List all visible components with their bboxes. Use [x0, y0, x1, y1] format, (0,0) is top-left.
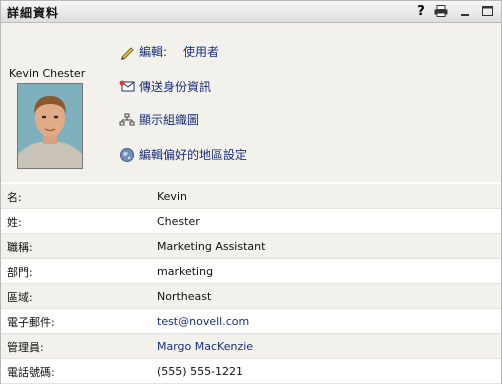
portlet-title: 詳細資料 [7, 6, 60, 20]
manager-link[interactable]: Margo MacKenzie [157, 340, 253, 353]
field-label: 姓: [7, 216, 22, 229]
field-value: Chester [157, 215, 200, 228]
field-value: (555) 555-1221 [157, 365, 244, 378]
minimize-icon[interactable] [457, 3, 473, 19]
field-label: 管理員: [7, 341, 44, 354]
field-label: 區域: [7, 291, 33, 304]
edit-user-action[interactable]: 編輯: 使用者 [119, 43, 219, 60]
send-identity-action[interactable]: 傳送身份資訊 [119, 78, 211, 95]
send-identity-label[interactable]: 傳送身份資訊 [139, 78, 211, 95]
field-value: Northeast [157, 290, 212, 303]
edit-locale-action[interactable]: 編輯偏好的地區設定 [119, 146, 247, 163]
show-org-chart-label[interactable]: 顯示組織圖 [139, 111, 199, 128]
field-label: 電話號碼: [7, 366, 55, 379]
profile-panel: Kevin Chester 編輯: 使用者 傳送身份資訊 顯示組織圖 編輯偏好的… [1, 23, 501, 182]
table-row: 部門: marketing [1, 259, 501, 284]
help-icon[interactable]: ? [413, 3, 429, 19]
maximize-icon[interactable] [479, 3, 495, 19]
field-label: 部門: [7, 266, 33, 279]
org-chart-icon [119, 112, 137, 128]
table-row: 姓: Chester [1, 209, 501, 234]
person-name: Kevin Chester [9, 67, 86, 80]
title-bar: 詳細資料 ? [1, 1, 501, 23]
profile-photo [17, 83, 83, 169]
field-label: 職稱: [7, 241, 33, 254]
field-value: Kevin [157, 190, 187, 203]
show-org-chart-action[interactable]: 顯示組織圖 [119, 111, 199, 128]
edit-locale-label[interactable]: 編輯偏好的地區設定 [139, 146, 247, 163]
edit-user-target[interactable]: 使用者 [183, 43, 219, 60]
email-icon [119, 79, 137, 95]
table-row: 電話號碼: (555) 555-1221 [1, 359, 501, 384]
table-row: 名: Kevin [1, 184, 501, 209]
details-portlet: 詳細資料 ? Kevin Chester 編輯: 使用者 傳送身份資訊 顯示組織… [0, 0, 502, 384]
email-link[interactable]: test@novell.com [157, 315, 249, 328]
field-label: 電子郵件: [7, 316, 55, 329]
table-row: 區域: Northeast [1, 284, 501, 309]
pencil-icon [119, 44, 137, 60]
table-row: 職稱: Marketing Assistant [1, 234, 501, 259]
print-icon[interactable] [433, 3, 449, 19]
details-table: 名: Kevin 姓: Chester 職稱: Marketing Assist… [1, 184, 501, 384]
table-row: 電子郵件: test@novell.com [1, 309, 501, 334]
globe-icon [119, 147, 137, 163]
table-row: 管理員: Margo MacKenzie [1, 334, 501, 359]
edit-user-label[interactable]: 編輯: [139, 43, 167, 60]
field-value: Marketing Assistant [157, 240, 266, 253]
field-label: 名: [7, 191, 22, 204]
field-value: marketing [157, 265, 214, 278]
